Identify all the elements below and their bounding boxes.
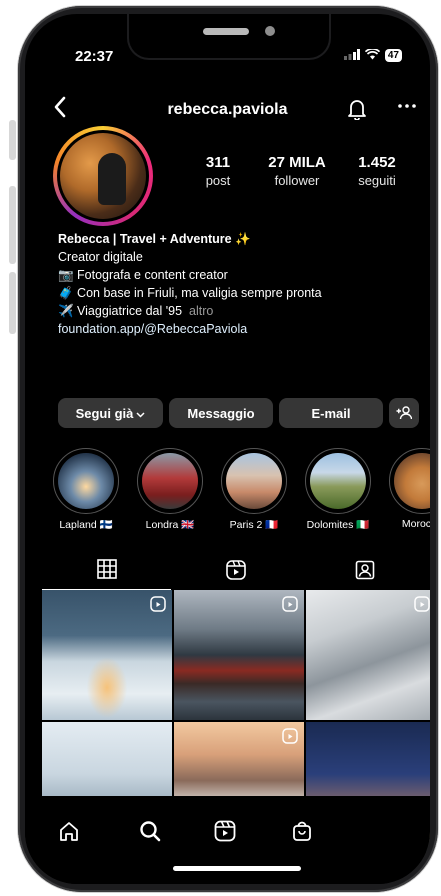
post-thumbnail[interactable]: [306, 590, 430, 720]
profile-actions: Segui già Messaggio E-mail: [58, 398, 419, 428]
highlight-londra[interactable]: Londra 🇬🇧: [135, 448, 205, 531]
battery-icon: 47: [384, 49, 402, 62]
reel-indicator-icon: [282, 596, 298, 612]
phone-side-button: [9, 120, 16, 160]
profile-content-tabs: [42, 554, 430, 590]
highlight-label: Morocco: [401, 518, 430, 530]
highlight-lapland[interactable]: Lapland 🇫🇮: [51, 448, 121, 531]
notch: [127, 14, 331, 60]
bio-category: Creator digitale: [58, 250, 143, 264]
reel-indicator-icon: [282, 728, 298, 744]
wifi-icon: [364, 47, 380, 63]
reels-icon[interactable]: [214, 820, 236, 847]
highlight-ring: [389, 448, 430, 514]
front-camera: [265, 26, 275, 36]
profile-header: rebecca.paviola: [25, 96, 430, 126]
phone-side-button: [9, 272, 16, 334]
highlight-ring: [305, 448, 371, 514]
highlight-label: Dolomites 🇮🇹: [306, 519, 370, 531]
bio-line: 🧳 Con base in Friuli, ma valigia sempre …: [58, 286, 322, 300]
highlight-label: Londra 🇬🇧: [145, 519, 195, 531]
search-icon[interactable]: [139, 820, 161, 847]
tagged-person-icon: [355, 560, 375, 585]
bio-display-name: Rebecca | Travel + Adventure ✨: [58, 232, 251, 246]
reel-indicator-icon: [414, 596, 430, 612]
stat-posts[interactable]: 311 post: [188, 154, 248, 188]
story-highlights: Lapland 🇫🇮 Londra 🇬🇧 Paris 2 🇫🇷 Dolomite…: [51, 448, 430, 531]
home-icon[interactable]: [58, 820, 80, 847]
profile-avatar-story-ring[interactable]: [53, 126, 153, 226]
avatar-photo: [60, 133, 146, 219]
avatar-person-silhouette: [98, 153, 126, 205]
bio-line: ✈️ Viaggiatrice dal '95: [58, 304, 183, 318]
profile-bio: Rebecca | Travel + Adventure ✨ Creator d…: [58, 230, 428, 338]
tab-tagged[interactable]: [301, 554, 430, 590]
highlight-label: Lapland 🇫🇮: [59, 519, 113, 531]
tab-posts-grid[interactable]: [42, 554, 172, 590]
add-person-icon[interactable]: [389, 398, 419, 428]
bio-more-link[interactable]: altro: [189, 304, 213, 318]
status-icons: 47: [343, 47, 402, 63]
stat-followers-label: follower: [274, 173, 320, 188]
highlight-label: Paris 2 🇫🇷: [229, 519, 279, 531]
bio-line: 📷 Fotografa e content creator: [58, 268, 228, 282]
signal-icon: [343, 48, 360, 63]
email-button[interactable]: E-mail: [279, 398, 383, 428]
stat-followers-value: 27 MILA: [268, 154, 326, 171]
highlight-cover: [142, 453, 198, 509]
shopping-bag-icon[interactable]: [291, 820, 313, 847]
bell-icon[interactable]: [347, 98, 367, 125]
home-indicator[interactable]: [173, 866, 301, 871]
profile-username: rebecca.paviola: [167, 101, 288, 118]
message-button[interactable]: Messaggio: [169, 398, 273, 428]
avatar: [57, 130, 149, 222]
speaker: [203, 28, 249, 35]
status-time: 22:37: [75, 48, 114, 65]
following-button-label: Segui già: [75, 405, 134, 421]
stat-following-label: seguiti: [358, 173, 396, 188]
highlight-cover: [310, 453, 366, 509]
highlight-ring: [137, 448, 203, 514]
stat-following-value: 1.452: [358, 154, 396, 171]
highlight-ring: [221, 448, 287, 514]
bio-website-link[interactable]: foundation.app/@RebeccaPaviola: [58, 320, 428, 338]
post-thumbnail[interactable]: [42, 590, 172, 720]
post-thumbnail[interactable]: [174, 590, 304, 720]
following-button[interactable]: Segui già: [58, 398, 163, 428]
reel-indicator-icon: [150, 596, 166, 612]
highlight-cover: [226, 453, 282, 509]
phone-screen: 22:37 47 rebecca.paviola 311 post 27 MIL…: [25, 14, 430, 884]
reels-icon: [226, 559, 246, 585]
highlight-paris[interactable]: Paris 2 🇫🇷: [219, 448, 289, 531]
stat-posts-value: 311: [205, 154, 231, 171]
stat-following[interactable]: 1.452 seguiti: [347, 154, 407, 188]
highlight-dolomites[interactable]: Dolomites 🇮🇹: [303, 448, 373, 531]
grid-icon: [96, 559, 117, 584]
stat-followers[interactable]: 27 MILA follower: [257, 154, 337, 188]
highlight-morocco[interactable]: Morocco: [387, 448, 430, 531]
highlight-ring: [53, 448, 119, 514]
chevron-down-icon: [136, 406, 145, 421]
highlight-cover: [394, 453, 430, 509]
stat-posts-label: post: [205, 173, 231, 188]
more-options-icon[interactable]: [397, 94, 417, 119]
tab-reels[interactable]: [171, 554, 300, 590]
phone-side-button: [9, 186, 16, 264]
highlight-cover: [58, 453, 114, 509]
